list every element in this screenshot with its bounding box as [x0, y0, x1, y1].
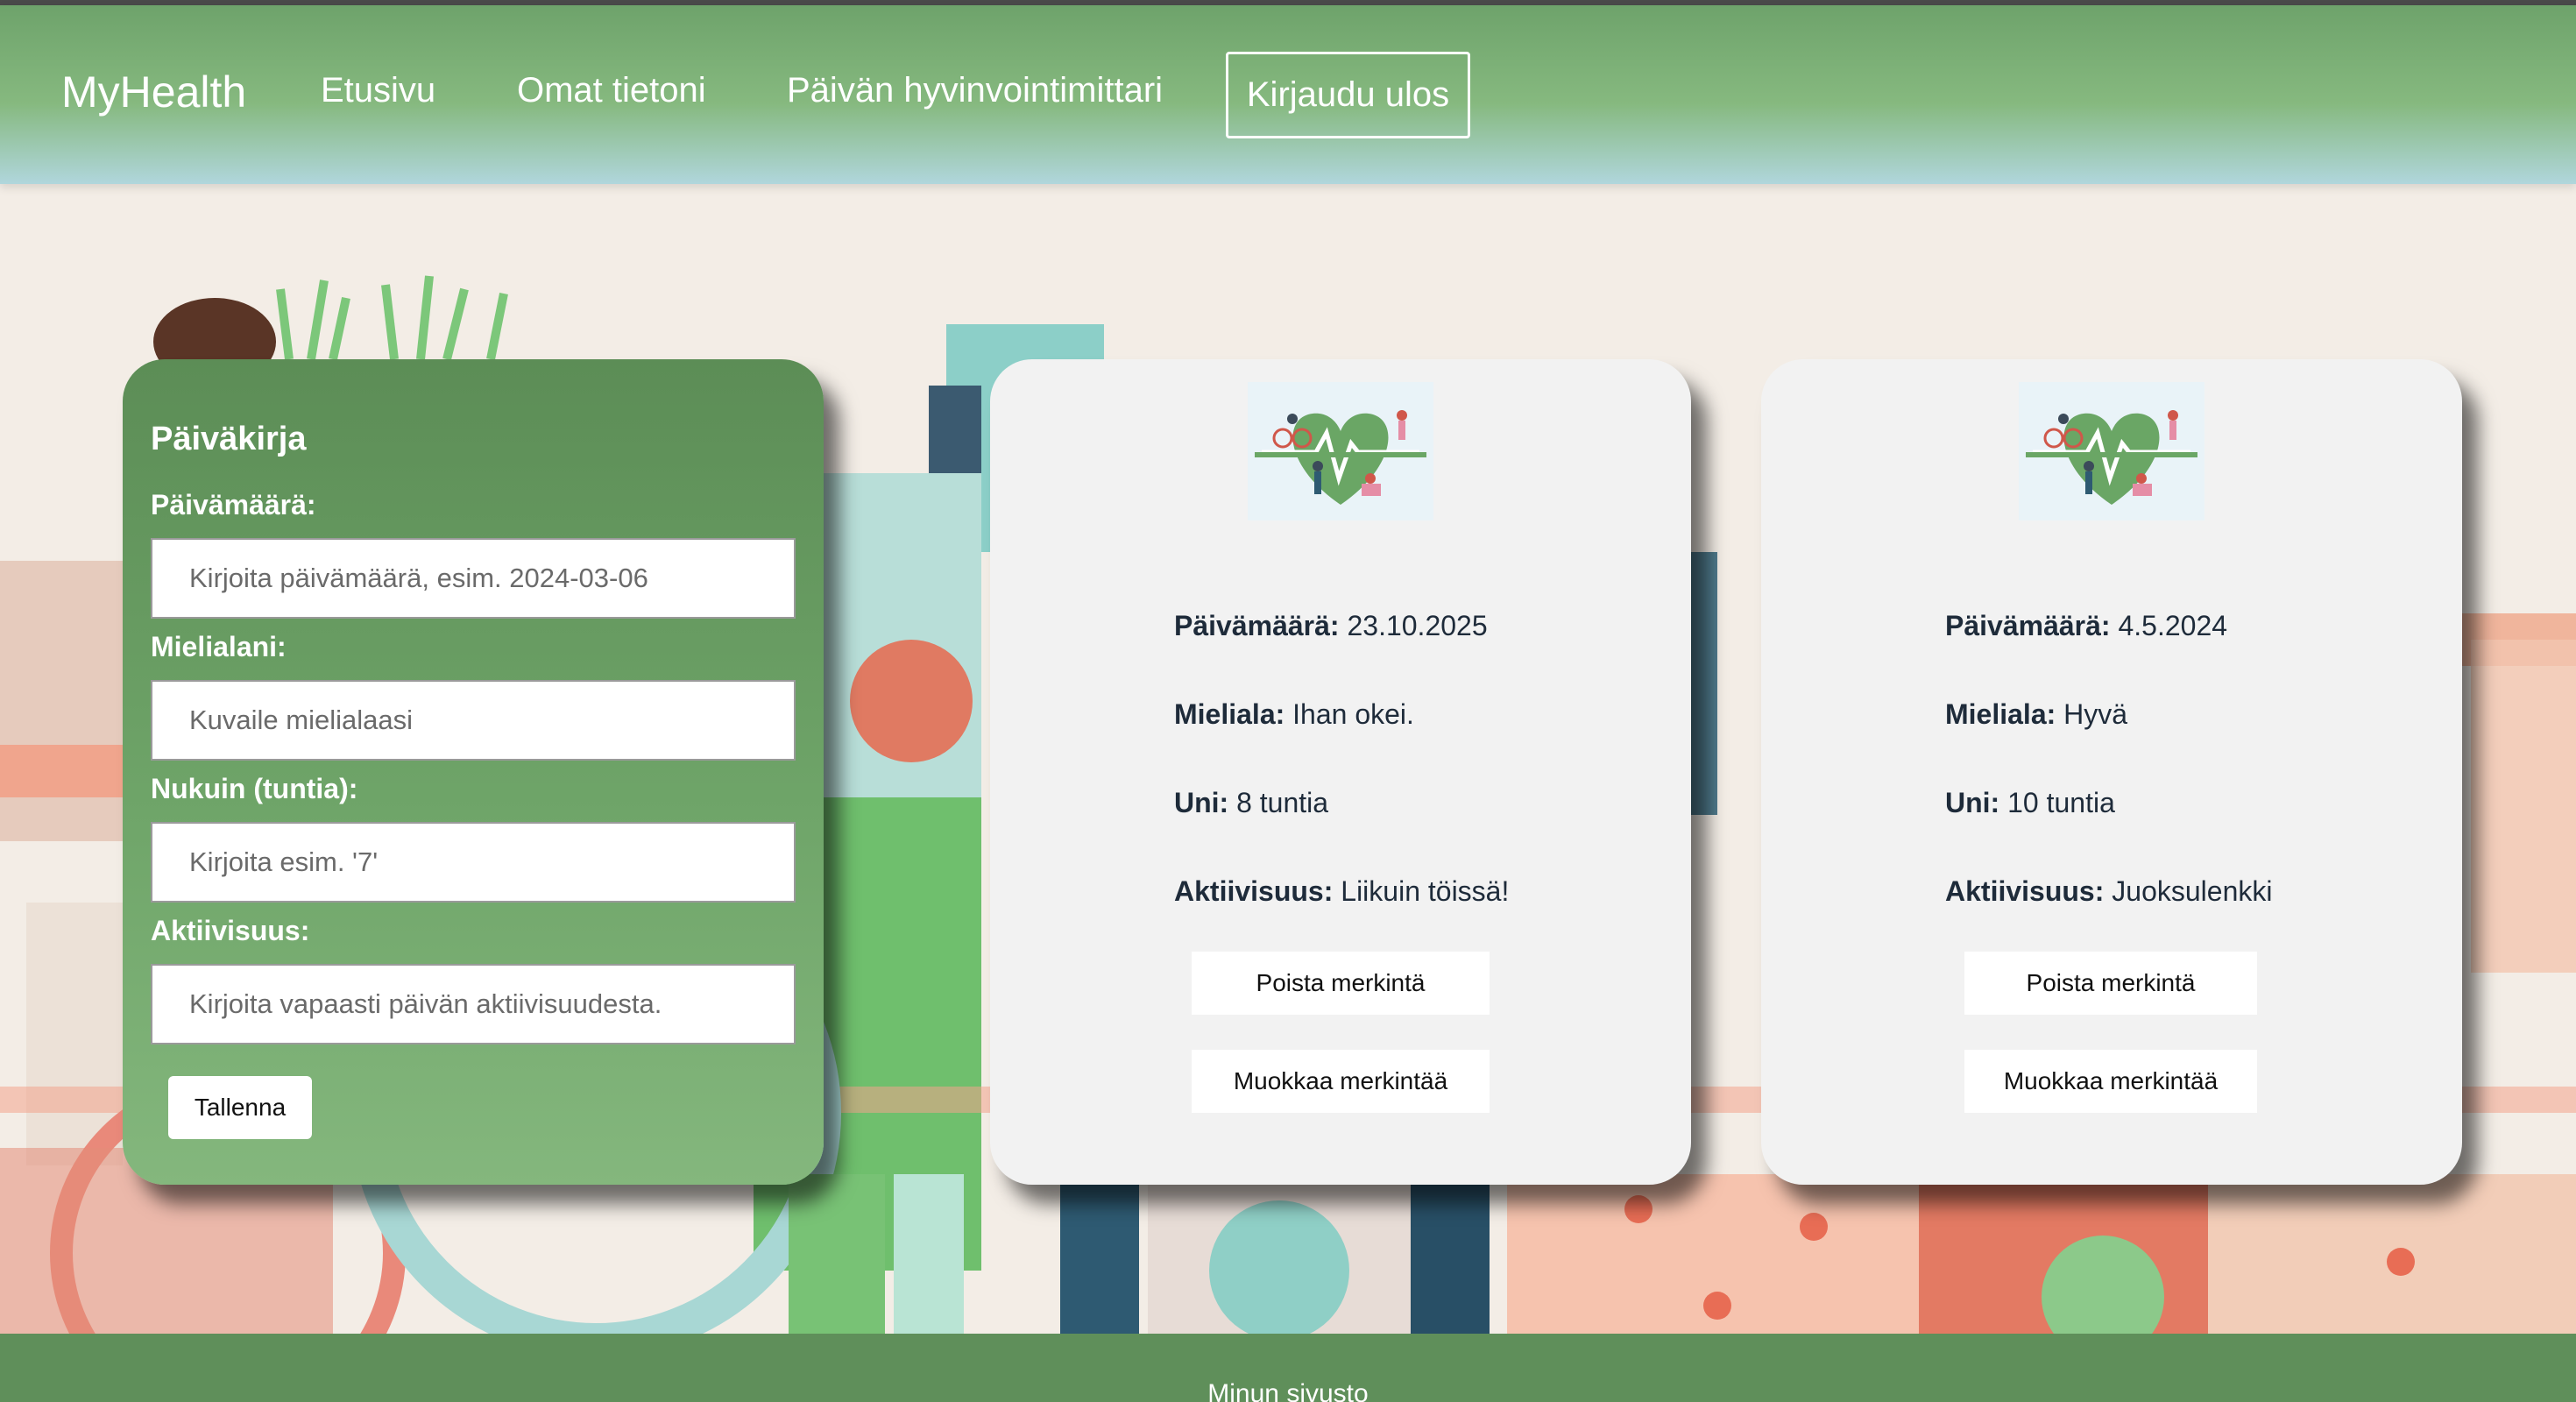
- entry-mood-value: Ihan okei.: [1292, 698, 1414, 730]
- entry-mood-value: Hyvä: [2063, 698, 2128, 730]
- entry-mood-label: Mieliala:: [1945, 698, 2056, 730]
- diary-entry-card: Päivämäärä: 4.5.2024 Mieliala: Hyvä Uni:…: [1761, 359, 2462, 1185]
- activity-input[interactable]: [151, 964, 796, 1044]
- edit-entry-button[interactable]: Muokkaa merkintää: [1192, 1050, 1490, 1113]
- nav-link-wellbeing-meter[interactable]: Päivän hyvinvointimittari: [787, 71, 1163, 110]
- logout-button[interactable]: Kirjaudu ulos: [1226, 52, 1470, 138]
- health-heart-icon: [2019, 382, 2204, 520]
- entry-date: Päivämäärä: 23.10.2025: [1174, 610, 1488, 642]
- entry-activity: Aktiivisuus: Juoksulenkki: [1945, 875, 2272, 908]
- health-heart-icon: [1248, 382, 1433, 520]
- entry-activity-value: Juoksulenkki: [2112, 875, 2273, 907]
- delete-entry-button[interactable]: Poista merkintä: [1964, 952, 2257, 1015]
- footer-text: Minun sivusto: [1207, 1379, 1369, 1402]
- entry-sleep: Uni: 10 tuntia: [1945, 787, 2115, 819]
- entry-mood-label: Mieliala:: [1174, 698, 1285, 730]
- nav-link-home[interactable]: Etusivu: [321, 71, 435, 110]
- sleep-label: Nukuin (tuntia):: [151, 773, 358, 804]
- mood-input[interactable]: [151, 680, 796, 761]
- entry-sleep-value: 8 tuntia: [1236, 787, 1329, 818]
- entry-sleep: Uni: 8 tuntia: [1174, 787, 1328, 819]
- entry-date-value: 23.10.2025: [1347, 610, 1488, 641]
- entry-mood: Mieliala: Ihan okei.: [1174, 698, 1414, 731]
- diary-entry-card: Päivämäärä: 23.10.2025 Mieliala: Ihan ok…: [990, 359, 1691, 1185]
- entry-date-label: Päivämäärä:: [1945, 610, 2111, 641]
- date-input[interactable]: [151, 538, 796, 619]
- edit-entry-button[interactable]: Muokkaa merkintää: [1964, 1050, 2257, 1113]
- sleep-input[interactable]: [151, 822, 796, 903]
- entry-activity: Aktiivisuus: Liikuin töissä!: [1174, 875, 1509, 908]
- entry-sleep-value: 10 tuntia: [2007, 787, 2115, 818]
- navbar: MyHealth Etusivu Omat tietoni Päivän hyv…: [0, 5, 2576, 184]
- entry-date: Päivämäärä: 4.5.2024: [1945, 610, 2227, 642]
- entry-mood: Mieliala: Hyvä: [1945, 698, 2127, 731]
- form-title: Päiväkirja: [151, 421, 307, 457]
- delete-entry-button[interactable]: Poista merkintä: [1192, 952, 1490, 1015]
- footer: Minun sivusto: [0, 1334, 2576, 1402]
- mood-label: Mielialani:: [151, 631, 287, 662]
- brand-logo[interactable]: MyHealth: [61, 67, 246, 117]
- entry-date-value: 4.5.2024: [2118, 610, 2228, 641]
- entry-activity-value: Liikuin töissä!: [1341, 875, 1510, 907]
- entry-activity-label: Aktiivisuus:: [1945, 875, 2105, 907]
- activity-label: Aktiivisuus:: [151, 915, 310, 946]
- entry-sleep-label: Uni:: [1174, 787, 1229, 818]
- diary-form-card: Päiväkirja Päivämäärä: Mielialani: Nukui…: [123, 359, 824, 1185]
- entry-sleep-label: Uni:: [1945, 787, 2000, 818]
- entry-date-label: Päivämäärä:: [1174, 610, 1340, 641]
- entry-activity-label: Aktiivisuus:: [1174, 875, 1334, 907]
- nav-link-my-info[interactable]: Omat tietoni: [517, 71, 706, 110]
- date-label: Päivämäärä:: [151, 489, 316, 520]
- save-button[interactable]: Tallenna: [168, 1076, 312, 1139]
